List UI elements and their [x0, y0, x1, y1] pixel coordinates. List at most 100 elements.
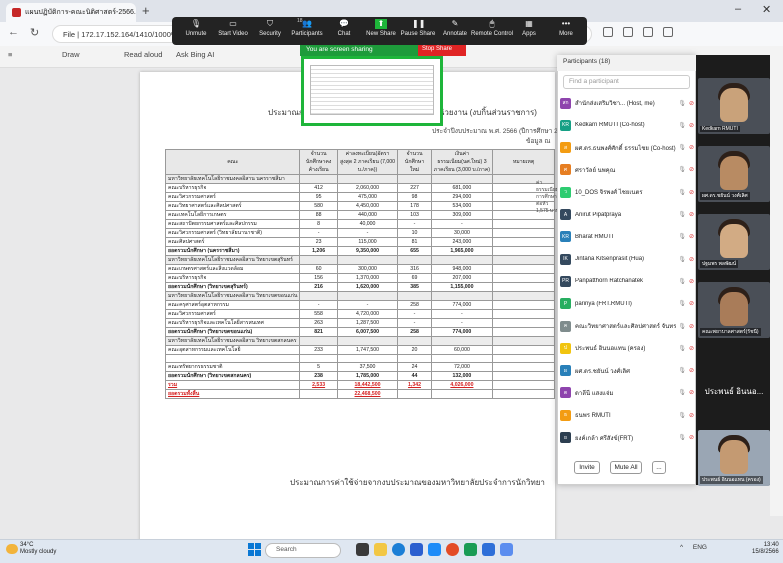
table-cell [492, 264, 555, 274]
profile-icon[interactable] [663, 27, 673, 37]
extensions-icon[interactable] [623, 27, 633, 37]
participant-avatar: PR [560, 275, 571, 287]
table-cell [492, 219, 555, 229]
table-cell: 1,785,000 [336, 371, 399, 382]
tab-title: แผนปฏิบัติการ-คณะนิติศาสตร์-2566.pdf [25, 9, 136, 16]
mute-all-button[interactable]: Mute All [610, 461, 642, 474]
taskbar-clock[interactable]: 13:40 15/8/2566 [752, 542, 779, 556]
video-tile[interactable]: ปฐมพร พลพัฒน์ [698, 214, 770, 270]
close-window-button[interactable]: ✕ [762, 3, 771, 16]
participant-row[interactable]: ส ผศ.ดร.ธนพงศ์ศักดิ์ ธรรมไชย (Co-host) 🎙 ⊘ [560, 139, 694, 157]
table-cell [492, 327, 555, 337]
collections-icon[interactable] [643, 27, 653, 37]
table-cell: 44 [397, 371, 432, 382]
weather-icon[interactable] [6, 544, 18, 554]
ask-bing-button[interactable]: Ask Bing AI [176, 50, 214, 59]
participant-row[interactable]: ว 10_DOS จิรพงศ์ ไชยเนตร 🎙 ⊘ [560, 183, 694, 201]
participant-row[interactable]: Pparinya (FRT.RMUTI) 🎙 ⊘ [560, 295, 694, 313]
participant-row[interactable]: ย ยงค์เกล้า ศรีสังข์(FRT) 🎙 ⊘ [560, 429, 694, 447]
table-cell: 22,468,500 [336, 389, 399, 400]
excel-icon[interactable] [464, 543, 477, 556]
video-tile[interactable]: คณะพยาบาลศาสตร์(รัชนี) [698, 282, 770, 338]
tray-chevron-icon[interactable]: ^ [680, 544, 683, 551]
zoom-more-button[interactable]: ••• More [544, 19, 588, 37]
participant-row[interactable]: A Anirut Pipatpraya 🎙 ⊘ [560, 206, 694, 224]
chrome-icon[interactable] [446, 543, 459, 556]
video-tile[interactable]: ประพนธ์ อินนอแทน (ครอง) [698, 430, 770, 486]
table-cell [336, 353, 399, 364]
participant-row[interactable]: PR Panpatthorn Ratchanatek 🎙 ⊘ [560, 272, 694, 290]
file-explorer-icon[interactable] [374, 543, 387, 556]
participant-row[interactable]: ค คณะวิทยาศาสตร์และศิลปศาสตร์ จันทรศ... 🎙 ⊘ [560, 317, 694, 335]
mic-icon: 🎙 [678, 368, 686, 375]
more-options-button[interactable]: ... [652, 461, 666, 474]
table-row: มหาวิทยาลัยเทคโนโลยีราชมงคลอีสาน วิทยาเข… [164, 336, 555, 346]
outlook-icon[interactable] [482, 543, 495, 556]
word-icon[interactable] [410, 543, 423, 556]
table-cell: 655 [397, 246, 432, 256]
task-view-icon[interactable] [356, 543, 369, 556]
participant-avatar: ธ [560, 409, 571, 421]
video-tile[interactable]: ผศ.ดร.ชยันน์ วงศ์เลิศ [698, 146, 770, 202]
table-cell: คณะทรัพยากรธรรมชาติ [164, 362, 301, 373]
new-tab-button[interactable]: + [142, 4, 150, 18]
participant-row[interactable]: ผ ผศ.ดร.ชยันน์ วงศ์เลิศ 🎙 ⊘ [560, 362, 694, 380]
taskbar-search[interactable]: Search [265, 543, 341, 558]
table-cell: 243,000 [430, 237, 494, 247]
participant-row[interactable]: สก สำนักส่งเสริมวิชา... (Host, me) 🎙 ⊘ [560, 94, 694, 112]
participant-name: ธนพร RMUTI [575, 413, 611, 420]
language-indicator[interactable]: ENG [693, 544, 707, 551]
participant-row[interactable]: IK Jintana Kitsenprasit (Hua) 🎙 ⊘ [560, 250, 694, 268]
edge-icon[interactable] [392, 543, 405, 556]
participant-row[interactable]: ศ ศราวัลย์ นพคุณ 🎙 ⊘ [560, 161, 694, 179]
table-row: ยอดรวมนักศึกษา (นครราชสีมา) 1,206 9,350,00… [164, 246, 555, 256]
participant-count-badge: 18 [297, 18, 303, 24]
draw-button[interactable]: Draw [62, 50, 80, 59]
weather-widget[interactable]: 34°C Mostly cloudy [20, 542, 56, 556]
table-cell [492, 228, 555, 238]
favorites-icon[interactable] [603, 27, 613, 37]
table-row: คณะบริหารธุรกิจ 412 2,060,000 227 681,000 [164, 183, 555, 193]
video-tile-name: ผศ.ดร.ชยันน์ วงศ์เลิศ [700, 192, 750, 200]
video-off-icon: ⊘ [688, 167, 694, 174]
participant-row[interactable]: KR Kedkarn RMUTI (Co-host) 🎙 ⊘ [560, 116, 694, 134]
browser-tab[interactable]: แผนปฏิบัติการ-คณะนิติศาสตร์-2566.pdf × [6, 3, 136, 22]
table-cell [299, 291, 338, 301]
system-tray[interactable]: ^ ENG [680, 544, 707, 551]
video-tile-name: คณะพยาบาลศาสตร์(รัชนี) [700, 328, 761, 336]
participant-avatar: ว [560, 186, 571, 198]
participant-avatar: ป [560, 342, 571, 354]
video-tile[interactable]: Kedkarn RMUTI [698, 78, 770, 134]
table-cell: 30,000 [430, 228, 494, 238]
table-cell [492, 336, 555, 346]
participant-row[interactable]: ต ดาลีนี แสงแจ่ม 🎙 ⊘ [560, 384, 694, 402]
pdf-menu-icon[interactable]: ≡ [8, 50, 12, 59]
table-cell: 1,370,000 [336, 273, 399, 283]
invite-button[interactable]: Invite [574, 461, 600, 474]
app-icon[interactable] [500, 543, 513, 556]
table-cell: 774,000 [430, 327, 494, 337]
zoom-app-icon[interactable] [428, 543, 441, 556]
participant-row[interactable]: KR Bharat RMUTI 🎙 ⊘ [560, 228, 694, 246]
zoom-control-label: Start Video [218, 31, 248, 37]
weather-desc: Mostly cloudy [20, 549, 57, 555]
back-icon[interactable]: ← [8, 26, 19, 38]
video-off-icon: ⊘ [688, 100, 694, 107]
participant-row[interactable]: ป ประพนธ์ อินนอแทน (ครอง) 🎙 ⊘ [560, 339, 694, 357]
table-cell [397, 291, 432, 301]
table-row: คณะศิลปศาสตร์ 23 115,000 81 243,000 [164, 237, 555, 247]
video-off-icon: ⊘ [688, 278, 694, 285]
windows-start-icon[interactable] [248, 543, 261, 556]
participant-search-input[interactable]: Find a participant [563, 75, 690, 89]
table-cell: 1,965,000 [430, 246, 494, 256]
refresh-icon[interactable]: ↻ [30, 26, 39, 39]
table-header-cell: ค่าลงทะเบียน(อัตราสูงสุด 2 ภาคเรียน (7,0… [336, 149, 399, 175]
participant-row[interactable]: ธ ธนพร RMUTI 🎙 ⊘ [560, 406, 694, 424]
stop-share-button[interactable]: Stop Share [418, 45, 466, 56]
table-row [164, 353, 555, 364]
table-cell [397, 174, 432, 184]
video-off-icon: ▭ [229, 19, 237, 28]
minimize-button[interactable]: – [735, 3, 741, 15]
read-aloud-button[interactable]: Read aloud [124, 50, 162, 59]
table-cell: 207,000 [430, 273, 494, 283]
